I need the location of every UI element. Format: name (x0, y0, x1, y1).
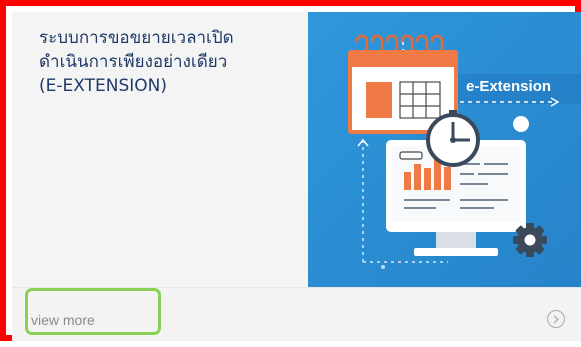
card-title[interactable]: ระบบการขอขยายเวลาเปิด ดำเนินการเพียงอย่า… (39, 26, 301, 98)
banner: e-Extension (458, 74, 581, 107)
card-text-area: ระบบการขอขยายเวลาเปิด ดำเนินการเพียงอย่า… (12, 12, 308, 287)
gear-icon (513, 223, 547, 257)
chevron-right-circle-icon[interactable] (547, 310, 565, 328)
card-title-line-2: ดำเนินการเพียงอย่างเดียว (39, 52, 228, 72)
banner-text: e-Extension (466, 78, 551, 95)
service-card[interactable]: ระบบการขอขยายเวลาเปิด ดำเนินการเพียงอย่า… (12, 12, 581, 341)
view-more-link[interactable]: view more (31, 312, 95, 328)
card-footer: view more (12, 287, 581, 341)
card-illustration[interactable]: e-Extension (308, 12, 581, 287)
decor-dot (513, 116, 529, 132)
card-title-line-1: ระบบการขอขยายเวลาเปิด (39, 28, 234, 48)
card-title-line-3: (E-EXTENSION) (39, 76, 167, 96)
highlight-frame: ระบบการขอขยายเวลาเปิด ดำเนินการเพียงอย่า… (0, 0, 581, 341)
